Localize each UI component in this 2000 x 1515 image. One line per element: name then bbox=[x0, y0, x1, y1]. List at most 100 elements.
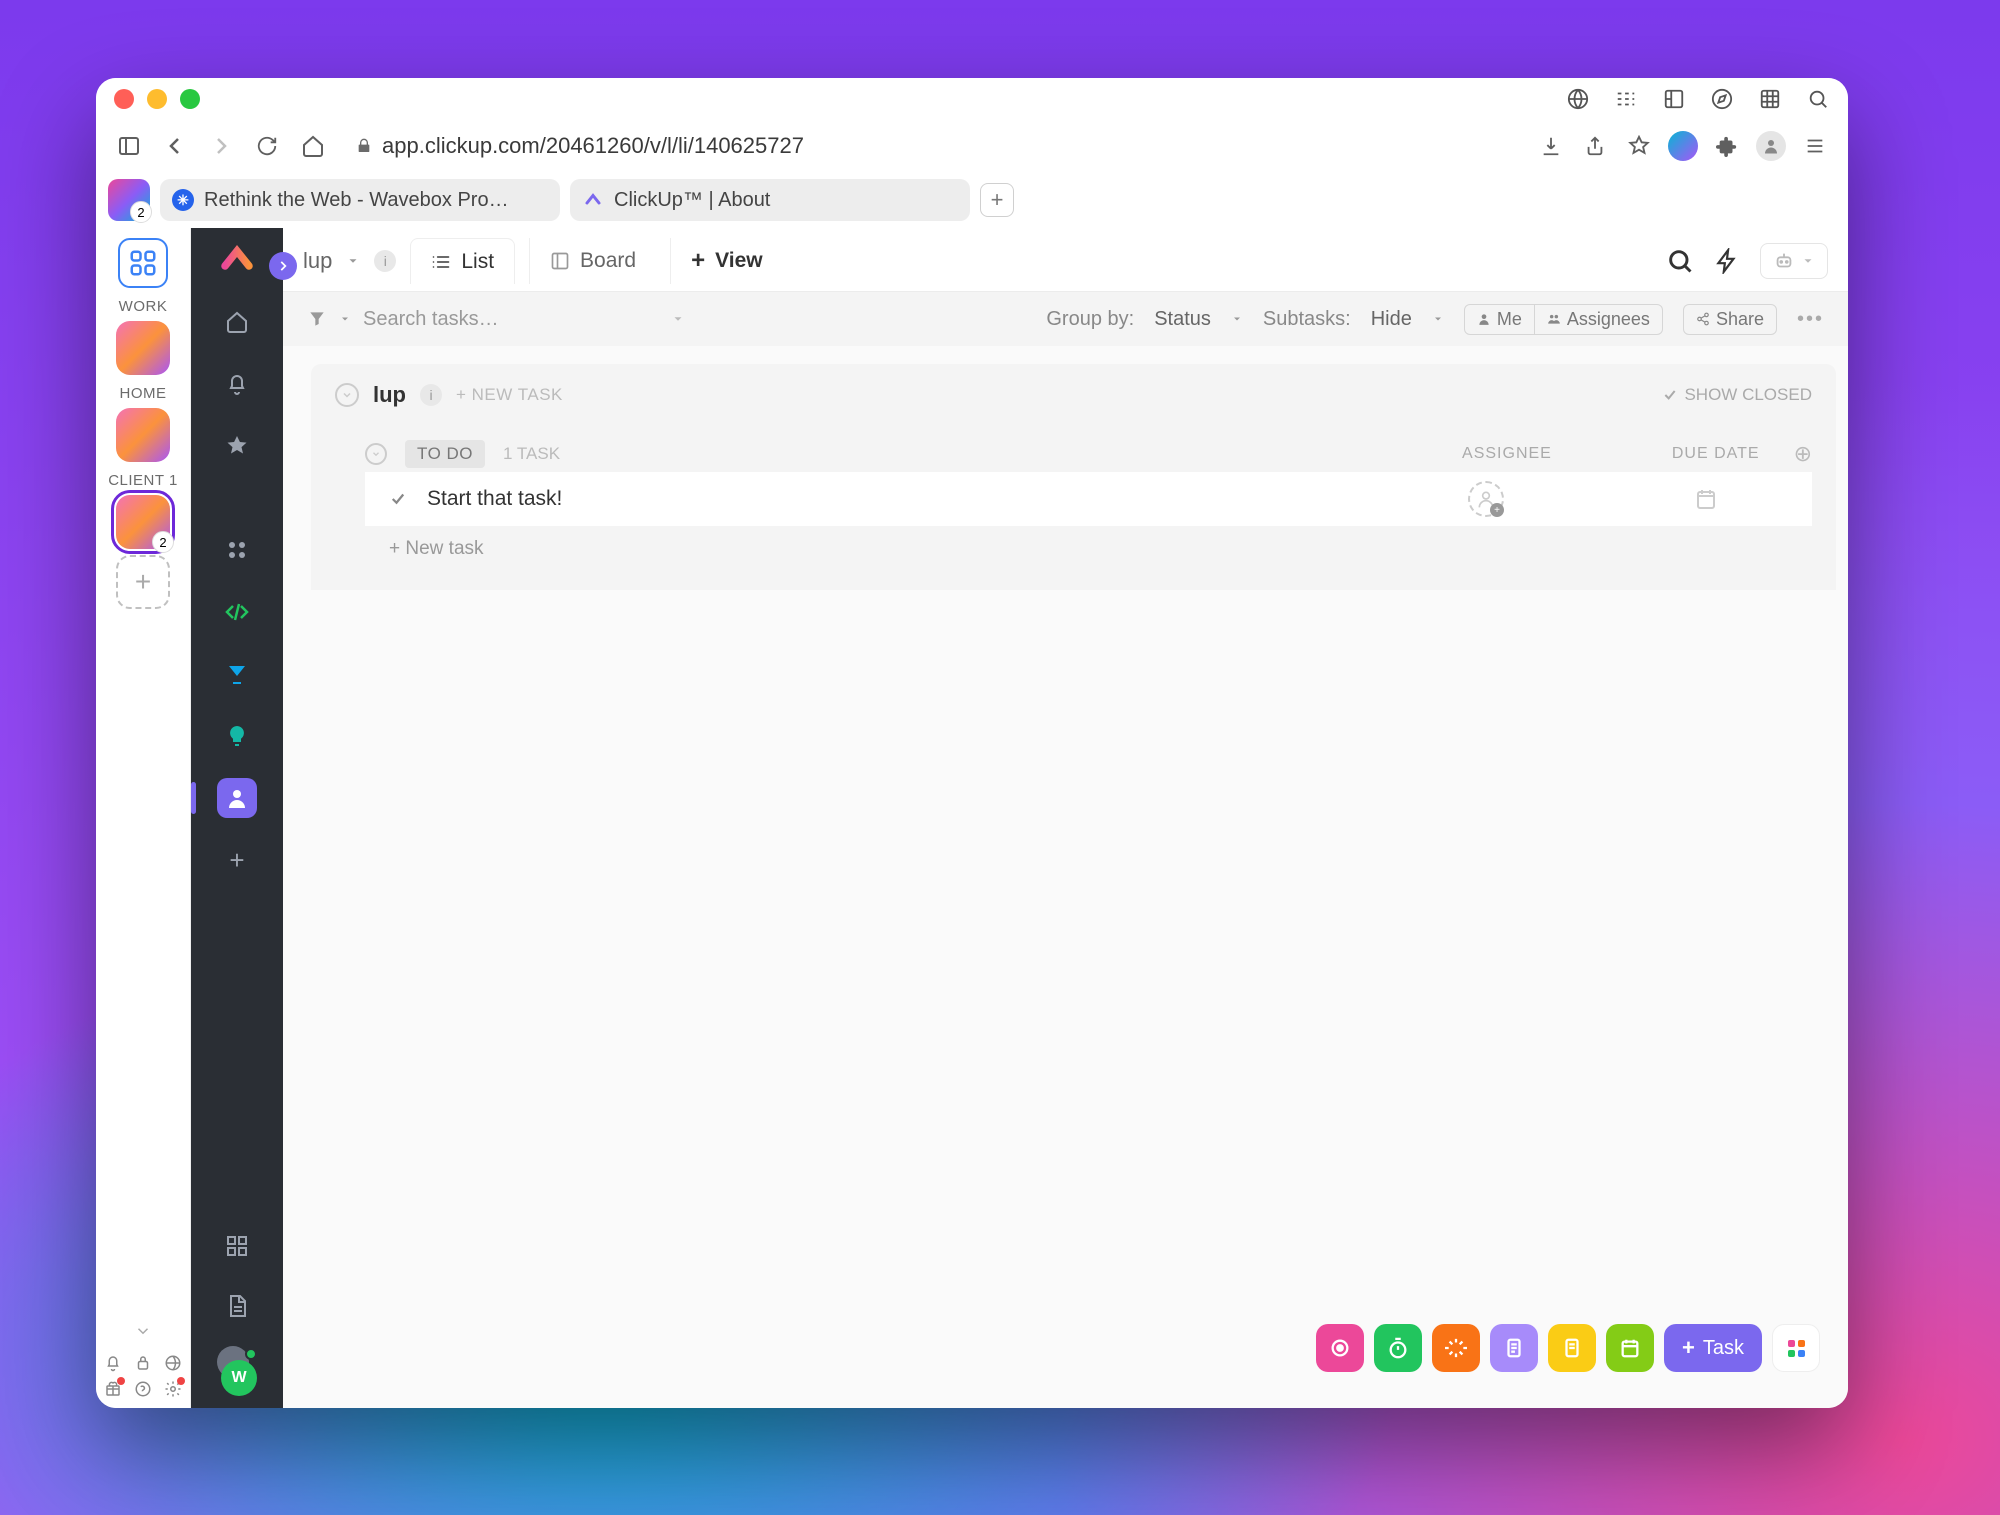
search-icon[interactable] bbox=[1666, 247, 1694, 275]
star-icon[interactable] bbox=[1624, 131, 1654, 161]
subtasks-value[interactable]: Hide bbox=[1371, 308, 1412, 331]
dock-apps-grid-icon[interactable] bbox=[118, 238, 168, 288]
breadcrumb-title[interactable]: lup bbox=[303, 248, 332, 274]
back-button[interactable] bbox=[160, 131, 190, 161]
dock-app-work[interactable] bbox=[116, 321, 170, 375]
layout-icon[interactable] bbox=[1662, 87, 1686, 111]
close-window-button[interactable] bbox=[114, 89, 134, 109]
assign-task-button[interactable]: + bbox=[1468, 481, 1504, 517]
record-icon[interactable] bbox=[1316, 1324, 1364, 1372]
new-task-link[interactable]: + NEW TASK bbox=[456, 385, 563, 405]
due-date-button[interactable] bbox=[1694, 487, 1718, 511]
chevron-down-icon[interactable] bbox=[671, 312, 685, 326]
dock-badge: 2 bbox=[152, 531, 174, 553]
share-button[interactable]: Share bbox=[1683, 304, 1777, 335]
me-filter-button[interactable]: Me bbox=[1464, 304, 1535, 335]
cocktail-space-icon[interactable] bbox=[217, 654, 257, 694]
group-by-value[interactable]: Status bbox=[1154, 308, 1211, 331]
dock-app-client1[interactable]: 2 bbox=[116, 495, 170, 549]
expand-sidebar-button[interactable] bbox=[269, 252, 297, 280]
reminder-icon[interactable] bbox=[1548, 1324, 1596, 1372]
profile-avatar[interactable] bbox=[1668, 131, 1698, 161]
account-icon[interactable] bbox=[1756, 131, 1786, 161]
more-icon[interactable]: ••• bbox=[1797, 308, 1824, 331]
dock-label-home: HOME bbox=[120, 385, 167, 402]
browser-tab-clickup[interactable]: ClickUp™ | About bbox=[570, 179, 970, 221]
compass-icon[interactable] bbox=[1710, 87, 1734, 111]
add-task-row[interactable]: + New task bbox=[365, 526, 1812, 572]
avatar-stack[interactable]: W bbox=[217, 1346, 257, 1396]
search-tasks-input[interactable]: Search tasks… bbox=[363, 308, 499, 331]
sidebar-toggle-icon[interactable] bbox=[114, 131, 144, 161]
assignees-filter-button[interactable]: Assignees bbox=[1535, 304, 1663, 335]
wavebox-favicon-icon: ✳ bbox=[172, 189, 194, 211]
spaces-icon[interactable] bbox=[217, 530, 257, 570]
minimize-window-button[interactable] bbox=[147, 89, 167, 109]
browser-tab-wavebox[interactable]: ✳ Rethink the Web - Wavebox Pro… bbox=[160, 179, 560, 221]
bell-icon[interactable] bbox=[104, 1354, 122, 1372]
address-bar[interactable]: app.clickup.com/20461260/v/l/li/14062572… bbox=[344, 126, 1520, 166]
quick-action-toolbar: + Task bbox=[1316, 1324, 1820, 1372]
share-icon[interactable] bbox=[1580, 131, 1610, 161]
chevron-down-icon[interactable] bbox=[1231, 313, 1243, 325]
dock-app-home[interactable] bbox=[116, 408, 170, 462]
status-pill[interactable]: TO DO bbox=[405, 440, 485, 468]
track-time-icon[interactable] bbox=[1432, 1324, 1480, 1372]
extensions-icon[interactable] bbox=[1712, 131, 1742, 161]
task-complete-icon[interactable] bbox=[389, 490, 407, 508]
code-space-icon[interactable] bbox=[217, 592, 257, 632]
add-view-button[interactable]: + View bbox=[670, 238, 783, 284]
maximize-window-button[interactable] bbox=[180, 89, 200, 109]
globe-small-icon[interactable] bbox=[164, 1354, 182, 1372]
docs-icon[interactable] bbox=[217, 1286, 257, 1326]
sliders-icon[interactable] bbox=[1614, 87, 1638, 111]
home-button[interactable] bbox=[298, 131, 328, 161]
globe-icon[interactable] bbox=[1566, 87, 1590, 111]
ai-button[interactable] bbox=[1760, 243, 1828, 279]
menu-icon[interactable] bbox=[1800, 131, 1830, 161]
apps-menu-button[interactable] bbox=[1772, 1324, 1820, 1372]
search-icon[interactable] bbox=[1806, 87, 1830, 111]
new-tab-button[interactable]: + bbox=[980, 183, 1014, 217]
dock-add-button[interactable]: + bbox=[116, 555, 170, 609]
app-switcher[interactable]: 2 bbox=[108, 179, 150, 221]
grid-icon[interactable] bbox=[1758, 87, 1782, 111]
automate-icon[interactable] bbox=[1714, 248, 1740, 274]
task-row[interactable]: Start that task! + bbox=[365, 472, 1812, 526]
filter-icon[interactable] bbox=[307, 309, 327, 329]
collapse-icon[interactable] bbox=[335, 383, 359, 407]
info-icon[interactable]: i bbox=[374, 250, 396, 272]
titlebar bbox=[96, 78, 1848, 120]
view-tab-board[interactable]: Board bbox=[529, 238, 656, 284]
favorites-icon[interactable] bbox=[217, 426, 257, 466]
home-icon[interactable] bbox=[217, 302, 257, 342]
collapse-status-icon[interactable] bbox=[365, 443, 387, 465]
bulb-space-icon[interactable] bbox=[217, 716, 257, 756]
view-tab-list[interactable]: List bbox=[410, 238, 515, 284]
reload-button[interactable] bbox=[252, 131, 282, 161]
help-icon[interactable] bbox=[134, 1380, 152, 1398]
lock-small-icon[interactable] bbox=[134, 1354, 152, 1372]
add-column-button[interactable]: ⊕ bbox=[1794, 441, 1812, 467]
create-task-button[interactable]: + Task bbox=[1664, 1324, 1762, 1372]
calendar-icon[interactable] bbox=[1606, 1324, 1654, 1372]
chevron-down-icon[interactable] bbox=[339, 313, 351, 325]
wavebox-dock: WORK HOME CLIENT 1 2 + bbox=[96, 228, 191, 1408]
notepad-icon[interactable] bbox=[1490, 1324, 1538, 1372]
timer-icon[interactable] bbox=[1374, 1324, 1422, 1372]
task-title[interactable]: Start that task! bbox=[427, 487, 562, 511]
people-space-icon[interactable] bbox=[217, 778, 257, 818]
gear-icon[interactable] bbox=[164, 1380, 182, 1398]
dashboards-icon[interactable] bbox=[217, 1226, 257, 1266]
show-closed-toggle[interactable]: SHOW CLOSED bbox=[1662, 385, 1812, 405]
add-space-button[interactable]: + bbox=[217, 840, 257, 880]
info-icon[interactable]: i bbox=[420, 384, 442, 406]
gift-icon[interactable] bbox=[104, 1380, 122, 1398]
chevron-down-icon[interactable] bbox=[128, 1316, 158, 1346]
clickup-logo-icon[interactable] bbox=[217, 240, 257, 280]
chevron-down-icon[interactable] bbox=[1432, 313, 1444, 325]
download-icon[interactable] bbox=[1536, 131, 1566, 161]
notifications-icon[interactable] bbox=[217, 364, 257, 404]
clickup-favicon-icon bbox=[582, 189, 604, 211]
chevron-down-icon[interactable] bbox=[346, 254, 360, 268]
